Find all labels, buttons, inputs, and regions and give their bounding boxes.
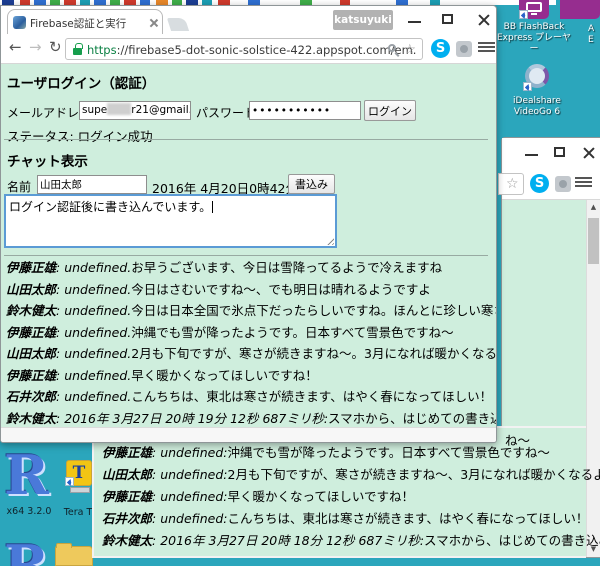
r-app-label: x64 3.2.0 (6, 506, 52, 517)
chat-message: 鈴木健太: 2016年 3月27日 20時 19分 12秒 687ミリ秒:スマホ… (6, 410, 496, 426)
message-textarea[interactable]: ログイン認証後に書き込んでいます。 (4, 194, 337, 248)
bookmark-star-icon[interactable]: ☆ (506, 177, 519, 191)
extension-icon[interactable] (456, 41, 472, 57)
login-button[interactable]: ログイン (364, 100, 416, 121)
divider (4, 255, 488, 256)
chat-message: 石井次郎: undefined.こんちちは、東北は寒さが続きます、はやく春になっ… (6, 389, 493, 404)
chat-message: 石井次郎: undefined:こんちちは、東北は寒さが続きます、はやく春になっ… (102, 511, 589, 526)
password-label: パスワード (196, 106, 257, 120)
chat-heading: チャット表示 (7, 154, 88, 170)
chat-message: 鈴木健太: undefined.今日は日本全国で氷点下だったらしいですね。ほんと… (6, 303, 496, 318)
toolbar: ☆ S (498, 168, 600, 200)
divider (4, 139, 488, 140)
menu-icon[interactable] (478, 42, 495, 55)
https-lock-icon (73, 43, 83, 55)
url-box-end[interactable]: ☆ (498, 173, 524, 195)
minimize-button[interactable] (525, 154, 538, 156)
bb-flashback-label[interactable]: BB FlashBack Express プレーヤー (496, 22, 572, 55)
monitor-icon (526, 2, 542, 12)
bookmark-star-icon[interactable]: ☆ (403, 43, 416, 57)
password-input[interactable] (249, 101, 361, 120)
horizontal-scrollbar[interactable] (1, 427, 496, 442)
write-button[interactable]: 書込み (288, 174, 335, 194)
title-bar[interactable]: Firebase認証と実行 katsuyuki (1, 6, 496, 34)
login-heading: ユーザログイン（認証） (7, 76, 156, 92)
r-app-icon[interactable]: R (4, 448, 49, 502)
skype-icon[interactable]: S (431, 39, 450, 58)
zoom-icon[interactable] (388, 44, 396, 52)
status-text: ステータス: ログイン成功 (7, 129, 153, 144)
tera-letter: T (72, 463, 86, 483)
chat-message: 伊藤正雄: undefined.沖縄でも雪が降ったようです。日本すべて雪景色です… (6, 324, 454, 340)
menu-icon[interactable] (575, 177, 592, 190)
chat-message: 山田太郎: undefined:2月も下旬ですが、寒さが続きますね〜、3月になれ… (102, 467, 600, 482)
maximize-button[interactable] (554, 147, 565, 157)
shortcut-arrow-icon (523, 82, 532, 91)
resize-handle-icon[interactable] (325, 236, 334, 245)
scroll-up-icon[interactable]: ▲ (587, 200, 600, 215)
firebase-favicon (13, 16, 26, 29)
partial-app-icon[interactable] (560, 0, 600, 19)
toolbar: ← → ↻ https://firebase5-dot-sonic-solsti… (1, 34, 496, 64)
shortcut-arrow-icon (65, 477, 74, 486)
profile-badge[interactable]: katsuyuki (333, 10, 393, 30)
new-tab-button[interactable] (166, 18, 190, 31)
close-button[interactable] (477, 13, 490, 26)
chat-message: 伊藤正雄: undefined:早く暖かくなってほしいですね！ (102, 489, 415, 504)
chat-message: 伊藤正雄: undefined.早く暖かくなってほしいですね！ (6, 367, 318, 383)
chat-message-list: 伊藤正雄: undefined.お早うございます、今日は雪降ってるようで冷えます… (6, 260, 496, 427)
tab-close-icon[interactable] (149, 18, 158, 27)
scrollbar-thumb[interactable] (588, 218, 599, 264)
background-window-bottom[interactable]: ね〜 伊藤正雄: undefined:沖縄でも雪が降ったようです。日本すべて雪景… (92, 426, 600, 558)
browser-tab[interactable]: Firebase認証と実行 (7, 9, 163, 34)
url-text[interactable]: https://firebase5-dot-sonic-solstice-422… (87, 43, 416, 57)
address-bar[interactable]: https://firebase5-dot-sonic-solstice-422… (65, 38, 423, 60)
r-app-icon-2[interactable]: R (4, 538, 49, 566)
chat-message: 山田太郎: undefined.2月も下旬ですが、寒さが続きますね〜。3月になれ… (6, 346, 496, 361)
text-cursor (212, 201, 214, 213)
folder-icon[interactable] (55, 543, 93, 566)
email-input[interactable]: super21@gmail.com (79, 101, 191, 120)
close-button[interactable] (582, 146, 595, 159)
maximize-button[interactable] (442, 14, 453, 24)
idealshare-label[interactable]: iDealshare VideoGo 6 (500, 96, 574, 118)
tab-title: Firebase認証と実行 (30, 18, 127, 30)
chat-message: 山田太郎: undefined.今日はさむいですね〜、でも明日は晴れるようですよ (6, 281, 431, 297)
redacted-blur (107, 103, 132, 115)
reload-icon[interactable]: ↻ (49, 40, 62, 55)
browser-window[interactable]: Firebase認証と実行 katsuyuki ← → ↻ https://fi… (0, 5, 497, 443)
name-label: 名前 (7, 180, 32, 194)
name-input[interactable] (37, 175, 147, 194)
back-icon[interactable]: ← (9, 40, 22, 55)
shortcut-arrow-icon (519, 10, 528, 19)
vertical-scrollbar[interactable]: ▲ ▼ (586, 200, 600, 557)
chat-message: 伊藤正雄: undefined:沖縄でも雪が降ったようです。日本すべて雪景色です… (102, 445, 550, 460)
minimize-button[interactable] (408, 21, 421, 23)
chat-message-list: 伊藤正雄: undefined:沖縄でも雪が降ったようです。日本すべて雪景色です… (102, 445, 600, 556)
title-bar[interactable] (502, 138, 600, 168)
forward-icon[interactable]: → (29, 40, 42, 55)
page-content: ユーザログイン（認証） メールアドレス super21@gmail.com パス… (1, 64, 496, 427)
chat-message: 鈴木健太: 2016年 3月27日 20時 18分 12秒 687ミリ秒:スマホ… (102, 533, 600, 548)
partial-app-label: A E (588, 24, 595, 45)
extension-icon[interactable] (555, 176, 571, 192)
chat-message: 伊藤正雄: undefined.お早うございます、今日は雪降ってるようで冷えます… (6, 260, 443, 275)
skype-icon[interactable]: S (530, 174, 549, 193)
teraterm-device-icon (70, 487, 90, 493)
